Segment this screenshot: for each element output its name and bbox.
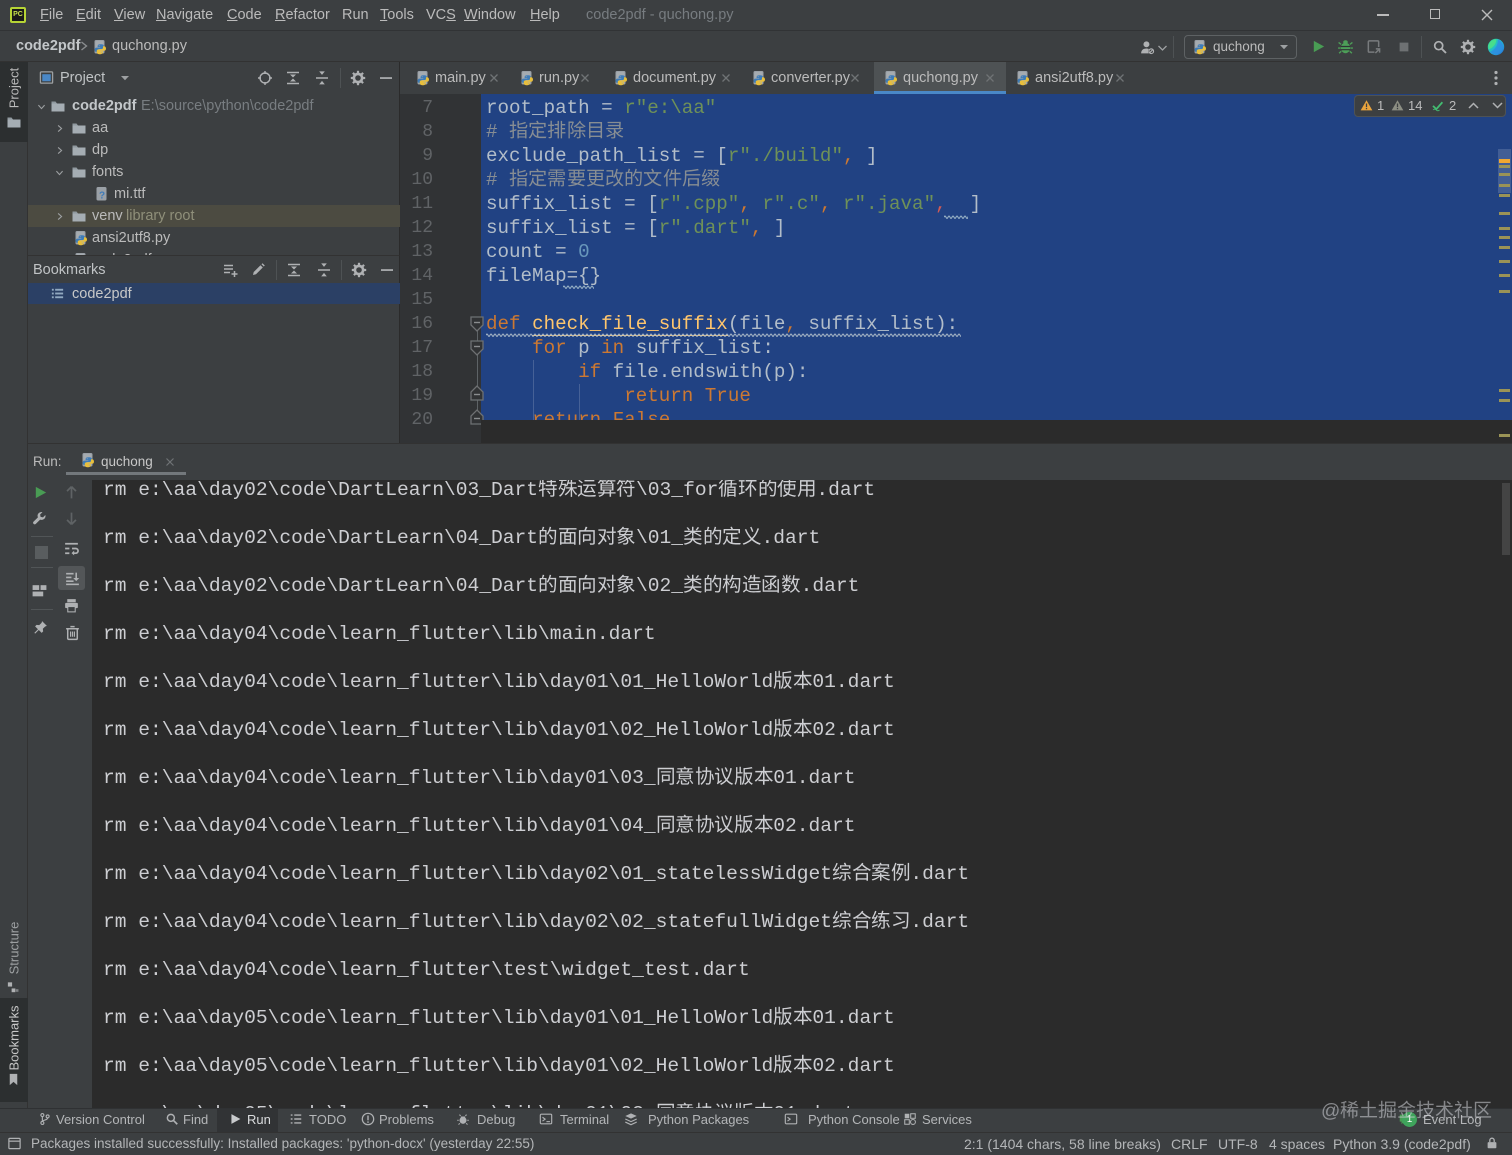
svg-text:?: ?	[99, 191, 105, 202]
